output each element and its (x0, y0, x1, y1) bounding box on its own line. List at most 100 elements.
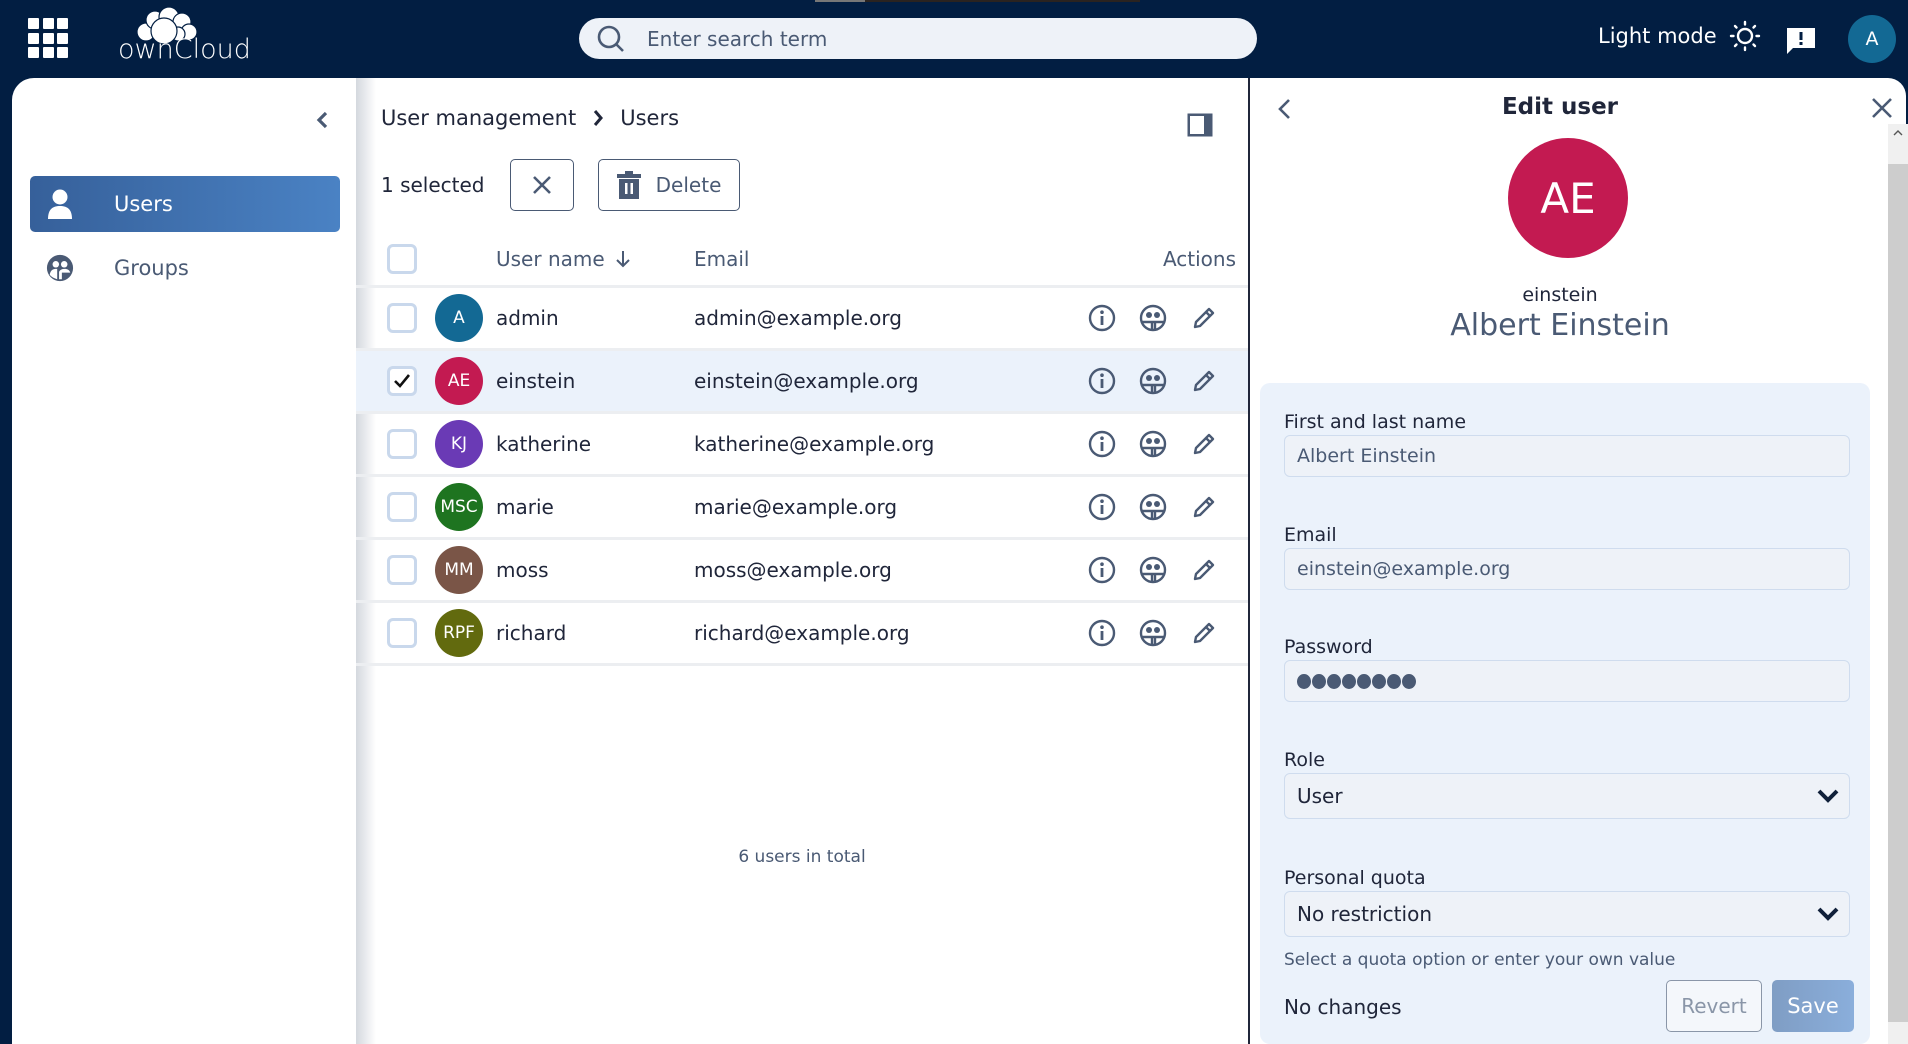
name-input[interactable] (1297, 445, 1849, 467)
info-icon[interactable] (1086, 617, 1118, 649)
info-icon[interactable] (1086, 302, 1118, 334)
password-field[interactable] (1284, 660, 1850, 702)
user-avatar[interactable]: MM (435, 546, 483, 594)
row-checkbox[interactable] (387, 618, 417, 648)
quota-label: Personal quota (1284, 867, 1426, 889)
app-switcher-button[interactable] (28, 18, 68, 58)
row-checkbox[interactable] (387, 303, 417, 333)
panel-title: Edit user (1501, 94, 1619, 120)
email-cell: admin@example.org (694, 306, 902, 330)
revert-button[interactable]: Revert (1666, 980, 1762, 1032)
email-cell: marie@example.org (694, 495, 898, 519)
row-checkbox[interactable] (387, 366, 417, 396)
groups-icon (46, 254, 74, 282)
table-row[interactable]: KJ katherine katherine@example.org (356, 414, 1248, 477)
edit-icon[interactable] (1188, 554, 1220, 586)
breadcrumb-user-management[interactable]: User management (381, 106, 576, 130)
delete-button[interactable]: Delete (597, 159, 740, 211)
quota-select[interactable]: No restriction (1284, 891, 1850, 937)
groups-icon[interactable] (1137, 428, 1169, 460)
info-icon[interactable] (1086, 365, 1118, 397)
email-field[interactable] (1284, 548, 1850, 590)
username-cell: richard (496, 621, 567, 645)
loading-indicator (815, 0, 865, 2)
sidebar-item-groups[interactable]: Groups (30, 240, 340, 296)
role-value: User (1297, 784, 1343, 808)
user-avatar[interactable]: A (435, 294, 483, 342)
username-cell: katherine (496, 432, 592, 456)
trash-icon (616, 171, 641, 199)
theme-toggle-label: Light mode (1598, 24, 1717, 48)
table-header: User name Email Actions (356, 233, 1248, 288)
row-actions (1086, 302, 1239, 334)
groups-icon[interactable] (1137, 491, 1169, 523)
search-icon (597, 25, 624, 52)
sidebar-item-label: Groups (114, 256, 189, 280)
edit-icon[interactable] (1188, 617, 1220, 649)
password-dot (1312, 673, 1326, 689)
theme-toggle-button[interactable]: Light mode (1598, 20, 1761, 52)
scrollbar-thumb[interactable] (1888, 164, 1908, 1022)
groups-icon[interactable] (1137, 617, 1169, 649)
email-cell: moss@example.org (694, 558, 892, 582)
batch-actions: 1 selected Delete (381, 159, 740, 211)
edit-icon[interactable] (1188, 428, 1220, 460)
panel-display-name: Albert Einstein (1450, 308, 1670, 343)
users-table: User name Email Actions Aadmin admin@exam… (356, 233, 1248, 867)
save-button[interactable]: Save (1772, 980, 1854, 1032)
user-avatar[interactable]: MSC (435, 483, 483, 531)
table-row[interactable]: Aadmin admin@example.org (356, 288, 1248, 351)
edit-icon[interactable] (1188, 302, 1220, 334)
info-icon[interactable] (1086, 491, 1118, 523)
groups-icon[interactable] (1137, 365, 1169, 397)
user-menu-avatar[interactable]: A (1848, 15, 1896, 63)
email-label: Email (1284, 524, 1337, 546)
groups-icon[interactable] (1137, 302, 1169, 334)
collapse-sidebar-icon[interactable] (312, 108, 334, 132)
close-panel-icon[interactable] (1870, 96, 1894, 120)
row-actions (1086, 617, 1239, 649)
row-checkbox[interactable] (387, 492, 417, 522)
chevron-down-icon (1817, 907, 1839, 921)
email-cell: einstein@example.org (694, 369, 919, 393)
password-dot (1297, 673, 1311, 689)
column-header-actions: Actions (1162, 247, 1236, 271)
password-dot (1402, 673, 1416, 689)
delete-label: Delete (655, 173, 722, 197)
row-checkbox[interactable] (387, 555, 417, 585)
form-status: No changes (1284, 995, 1402, 1019)
email-input[interactable] (1297, 558, 1849, 580)
name-field[interactable] (1284, 435, 1850, 477)
user-avatar[interactable]: KJ (435, 420, 483, 468)
clear-selection-button[interactable] (509, 159, 574, 211)
info-icon[interactable] (1086, 554, 1118, 586)
search-bar[interactable] (579, 18, 1257, 59)
column-header-email: Email (694, 247, 750, 271)
quota-hint: Select a quota option or enter your own … (1284, 950, 1676, 970)
user-avatar[interactable]: RPF (435, 609, 483, 657)
sidebar-item-users[interactable]: Users (30, 176, 340, 232)
sidebar: Users Groups (12, 78, 356, 1044)
chevron-right-icon (592, 109, 604, 127)
table-row[interactable]: MM moss moss@example.org (356, 540, 1248, 603)
groups-icon[interactable] (1137, 554, 1169, 586)
panel-scrollbar[interactable] (1888, 124, 1908, 1044)
row-checkbox[interactable] (387, 429, 417, 459)
info-icon[interactable] (1086, 428, 1118, 460)
logo-text: ownCloud (118, 34, 251, 65)
user-avatar[interactable]: AE (435, 357, 483, 405)
select-all-checkbox[interactable] (387, 244, 417, 274)
table-row[interactable]: RPF richard richard@example.org (356, 603, 1248, 666)
search-input[interactable] (647, 26, 1207, 51)
edit-icon[interactable] (1188, 365, 1220, 397)
table-row[interactable]: MSC marie marie@example.org (356, 477, 1248, 540)
edit-icon[interactable] (1188, 491, 1220, 523)
table-row[interactable]: AE einstein einstein@example.org (356, 351, 1248, 414)
feedback-icon[interactable] (1786, 27, 1816, 55)
loading-indicator-track (865, 0, 1140, 2)
role-select[interactable]: User (1284, 773, 1850, 819)
scroll-up-icon[interactable] (1888, 124, 1908, 164)
toggle-sidebar-panel-icon[interactable] (1186, 112, 1214, 138)
column-header-username[interactable]: User name (496, 247, 631, 271)
user-avatar-large: AE (1508, 138, 1628, 258)
